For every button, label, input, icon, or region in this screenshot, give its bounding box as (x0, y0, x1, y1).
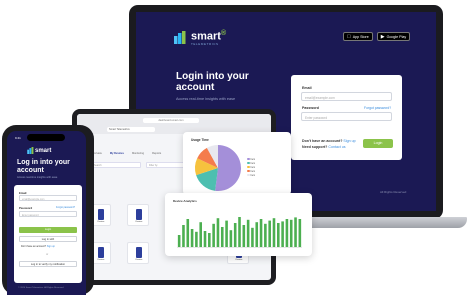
bar (285, 219, 289, 247)
page-subtitle: Access real-time insights with ease (176, 97, 236, 101)
password-field[interactable]: Enter password (301, 112, 392, 121)
google-play-icon: ▶ (381, 34, 385, 40)
bar (264, 223, 267, 247)
password-label: Password (19, 206, 33, 210)
pie-legend: Item Item Item Item Item (247, 157, 255, 177)
browser-tab[interactable]: Smart Telemetrics (107, 127, 155, 132)
logo-mark-icon (174, 30, 188, 44)
tab-my-devices[interactable]: My Devices (110, 152, 124, 160)
bar (242, 225, 246, 247)
contact-link[interactable]: Contact us (328, 145, 345, 149)
phone-page-title: Log in into your account (17, 159, 70, 174)
pie-chart-title: Usage Time (191, 138, 209, 142)
phone-brand-logo: smart (27, 147, 51, 154)
bar (212, 223, 215, 247)
signup-prompt: Don't have an account? Sign up (21, 245, 55, 248)
password-label: Password (302, 106, 319, 110)
bar (289, 219, 293, 247)
bar (277, 223, 280, 247)
bar-chart (177, 217, 302, 248)
bar (255, 222, 259, 247)
page-title: Login into your account (176, 71, 249, 93)
status-time: 9:41 (15, 136, 21, 140)
bar (182, 225, 185, 247)
legend-swatch (247, 173, 250, 177)
phone-footer: © 2024 Smart Telemetrics. All Rights Res… (18, 287, 64, 289)
phone-page-subtitle: Access real-time insights with ease (17, 176, 58, 179)
apple-icon:  (347, 34, 351, 40)
legend-swatch (247, 161, 250, 165)
device-tile[interactable]: Device (127, 204, 149, 226)
signup-link[interactable]: Sign up (343, 139, 355, 143)
bar (251, 227, 254, 247)
phone-login-card: Email email@example.com Password Forgot … (14, 185, 82, 283)
laptop-footer: All Rights Reserved (380, 190, 407, 194)
bar (229, 230, 233, 247)
bar (203, 231, 207, 247)
login-button[interactable]: Login (19, 227, 77, 233)
bar (246, 219, 250, 247)
pie-legend-item: Item (247, 173, 255, 177)
google-play-button[interactable]: ▶ Google Play (376, 32, 411, 41)
legend-swatch (247, 165, 250, 169)
bar (233, 223, 237, 247)
bar (294, 217, 297, 247)
phone-icon (136, 209, 142, 220)
logo-mark-icon (27, 147, 34, 154)
bar (272, 218, 276, 247)
bar (298, 219, 302, 247)
login-card: Email email@example.com Password Forgot … (291, 75, 402, 160)
bar (268, 220, 271, 247)
email-label: Email (302, 86, 312, 90)
login-button[interactable]: Login (363, 139, 393, 148)
bar (208, 233, 211, 247)
app-store-button[interactable]:  App Store (343, 32, 373, 41)
signup-link[interactable]: Sign up (47, 245, 55, 248)
bar (195, 231, 198, 247)
address-bar[interactable]: dashboard.smart.com (143, 118, 199, 123)
browser-toolbar: dashboard.smart.com Smart Telemetrics (77, 114, 271, 134)
pie-slice (215, 145, 241, 191)
tab-monitoring[interactable]: Monitoring (132, 152, 144, 160)
bar (199, 222, 202, 247)
google-login-button[interactable]: Log in with (19, 236, 77, 242)
phone-dynamic-island (27, 134, 65, 141)
brand-name: smart® (191, 30, 227, 43)
phone-icon (136, 247, 142, 258)
bar (238, 217, 241, 247)
pie-chart (195, 145, 241, 191)
filter-select[interactable]: Filter by (146, 162, 186, 168)
or-divider: or (46, 253, 49, 256)
bar (186, 219, 190, 247)
search-input[interactable]: Search (91, 162, 141, 168)
bar (216, 218, 220, 247)
bar (259, 219, 263, 247)
email-field[interactable]: email@example.com (301, 92, 392, 101)
password-field[interactable]: Enter password (19, 211, 77, 217)
bar (225, 220, 228, 247)
phone-icon (98, 247, 104, 258)
bar (220, 227, 224, 247)
support-prompt: Need support? Contact us (302, 145, 346, 149)
forgot-password-link[interactable]: Forgot password? (364, 106, 391, 110)
bar (190, 229, 194, 247)
dashboard-tabs: Overview My Devices Monitoring Reports (91, 152, 161, 160)
bar (281, 221, 284, 247)
phone-icon (98, 209, 104, 220)
brand-logo: smart® TELEMETRICS (174, 29, 226, 46)
bar (177, 235, 181, 247)
verify-notification-button[interactable]: Log in to verify my notification (19, 261, 77, 267)
tab-reports[interactable]: Reports (152, 152, 161, 160)
product-mockup: smart® TELEMETRICS  App Store ▶ Google … (0, 0, 476, 295)
signup-prompt: Don't have an account? Sign up (302, 139, 356, 143)
store-buttons:  App Store ▶ Google Play (343, 32, 411, 41)
legend-swatch (247, 157, 250, 161)
email-field[interactable]: email@example.com (19, 195, 77, 201)
forgot-password-link[interactable]: Forgot password? (56, 206, 75, 209)
device-tile[interactable]: Device (127, 242, 149, 264)
bar-chart-title: Device Analytics (173, 199, 197, 203)
legend-swatch (247, 169, 250, 173)
